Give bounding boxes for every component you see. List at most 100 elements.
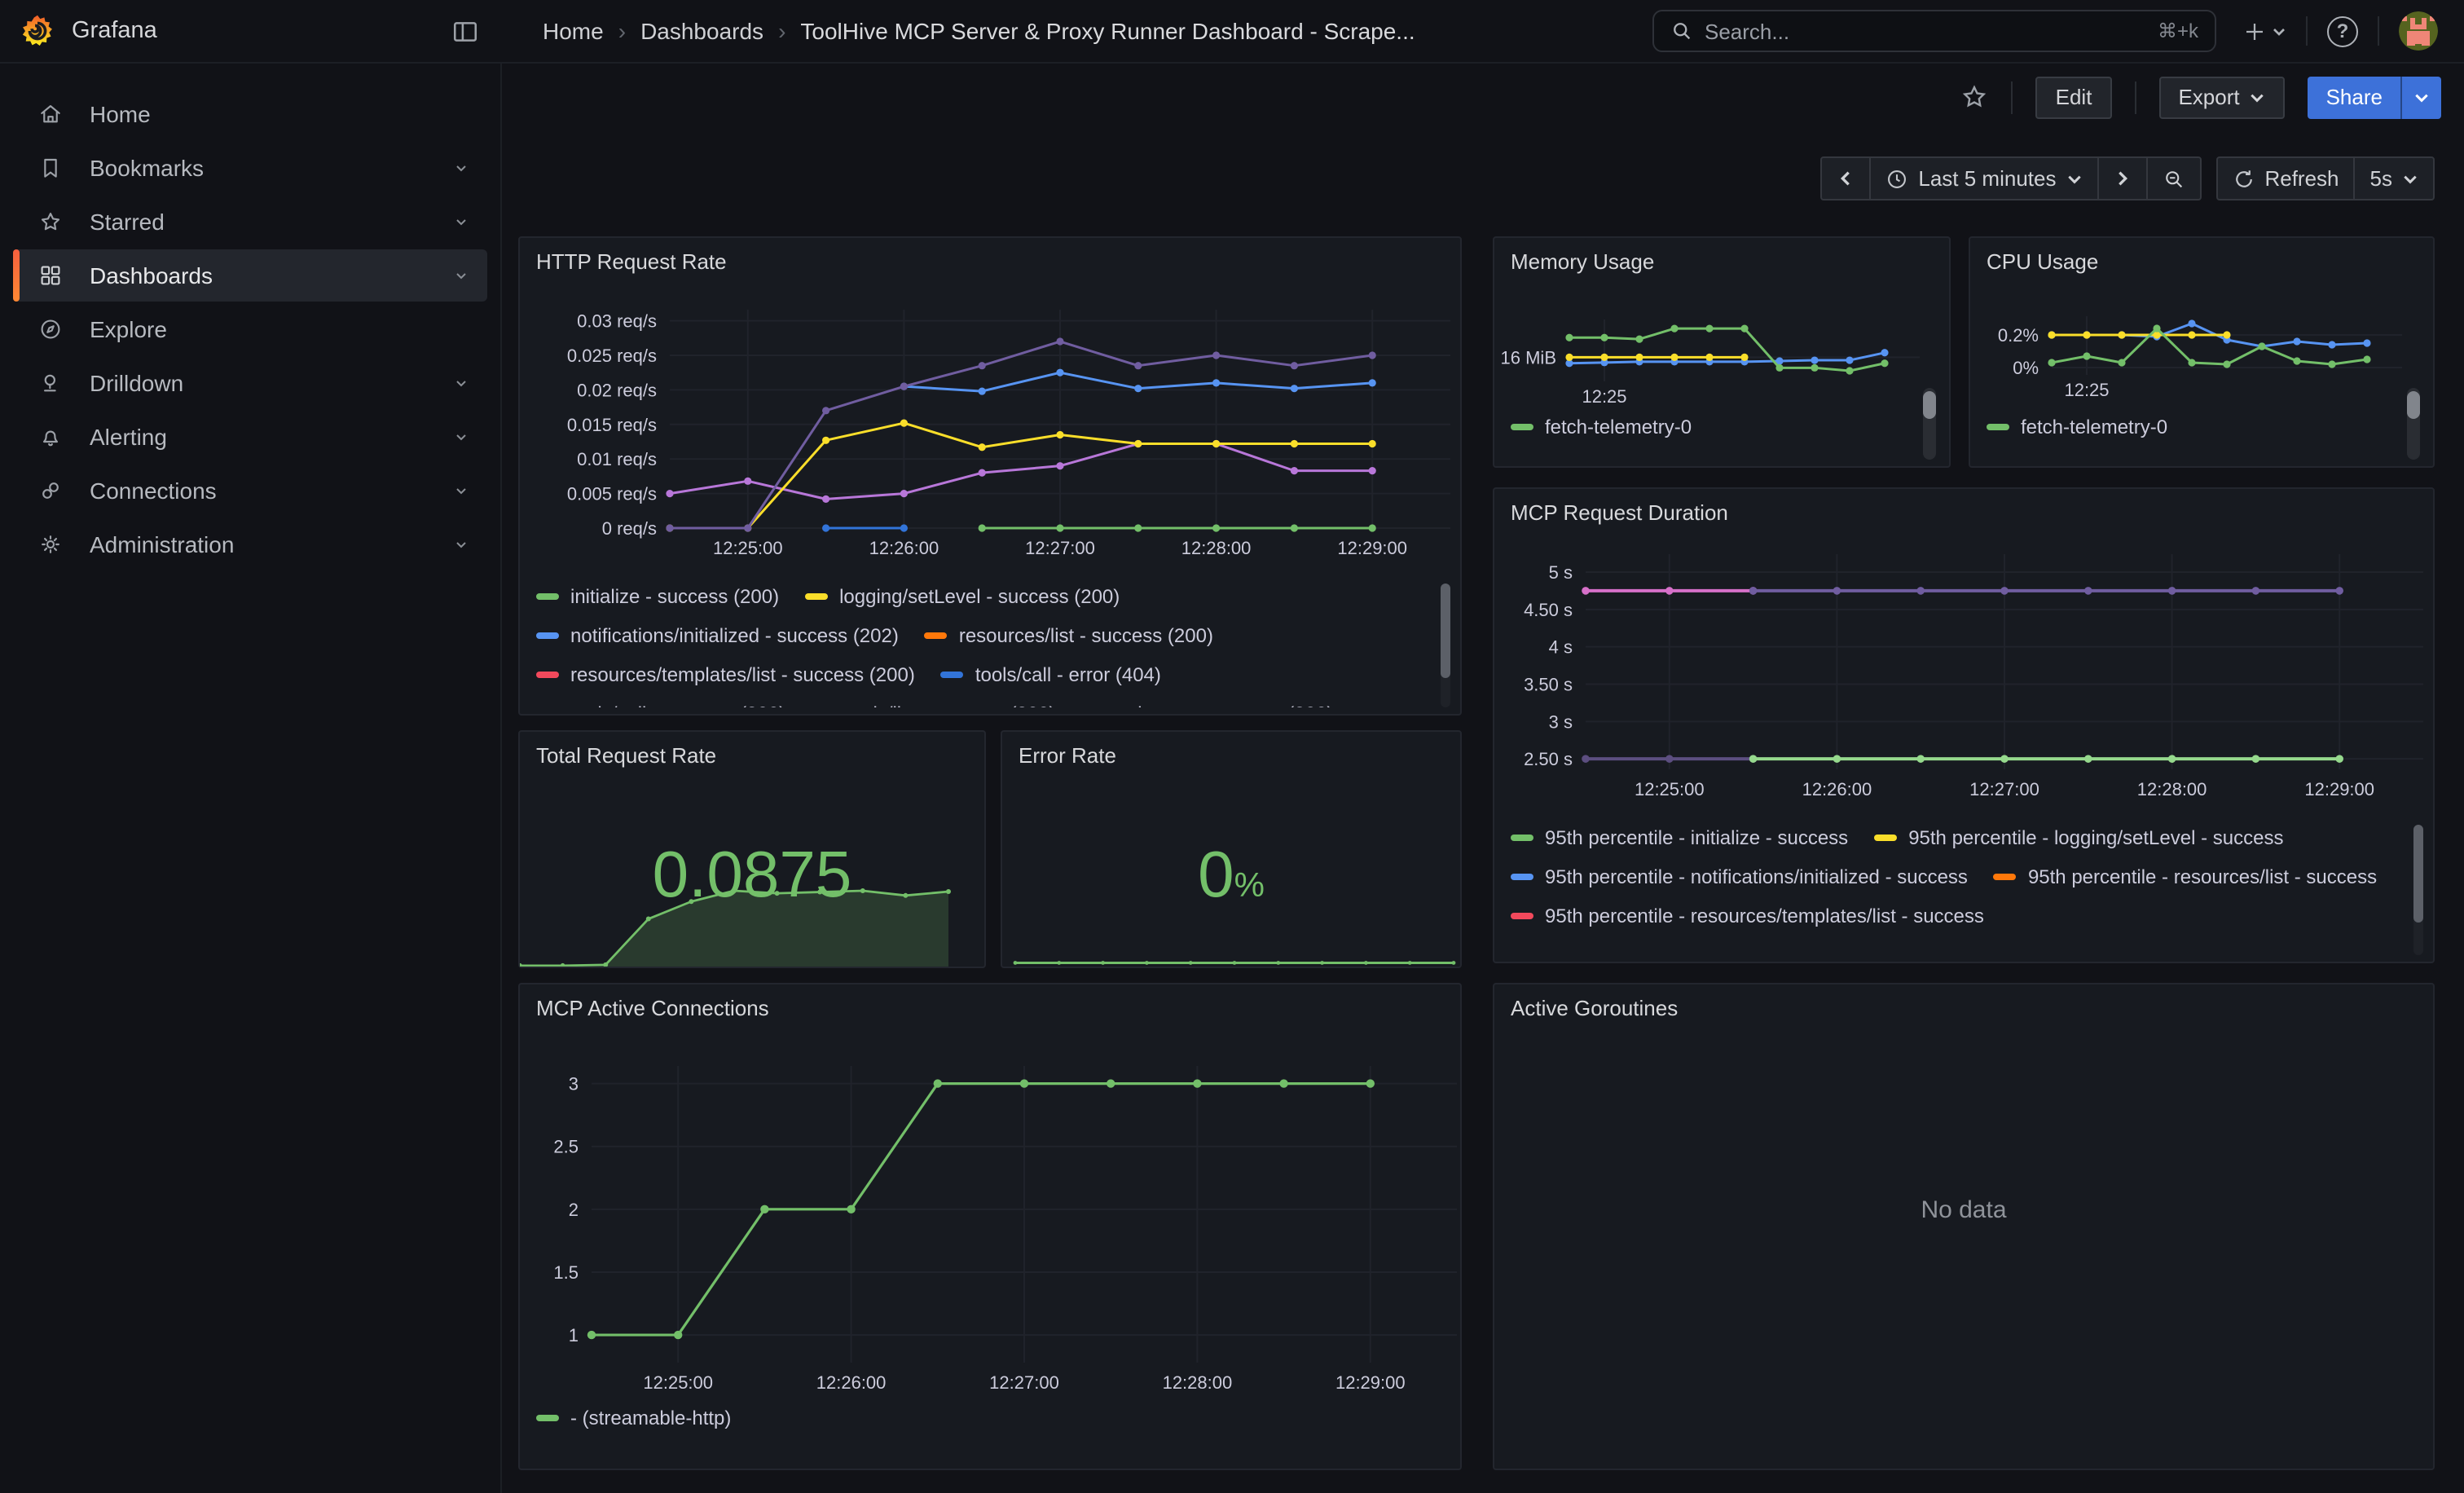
panel-title[interactable]: Error Rate xyxy=(1019,743,1116,768)
add-button[interactable] xyxy=(2242,19,2286,43)
panel-title[interactable]: MCP Active Connections xyxy=(536,996,769,1020)
svg-text:12:28:00: 12:28:00 xyxy=(1163,1372,1233,1393)
svg-text:12:29:00: 12:29:00 xyxy=(1337,538,1407,558)
help-icon[interactable]: ? xyxy=(2327,15,2358,46)
chevron-down-icon xyxy=(451,158,471,178)
drilldown-icon xyxy=(37,370,64,396)
legend-item[interactable]: initialize - success (200) xyxy=(536,584,779,608)
scrollbar-thumb[interactable] xyxy=(2413,825,2423,923)
search-box[interactable]: ⌘+k xyxy=(1652,10,2216,52)
chevron-down-icon xyxy=(2066,170,2082,187)
chevron-down-icon xyxy=(451,427,471,447)
svg-text:0%: 0% xyxy=(2013,358,2039,378)
legend-item[interactable]: notifications/initialized - success (202… xyxy=(536,623,899,647)
breadcrumb-dashboards[interactable]: Dashboards xyxy=(640,18,763,44)
star-icon xyxy=(37,209,64,235)
svg-text:12:25: 12:25 xyxy=(1582,386,1626,407)
svg-text:1.5: 1.5 xyxy=(553,1262,579,1283)
svg-text:12:28:00: 12:28:00 xyxy=(2137,779,2207,799)
search-shortcut: ⌘+k xyxy=(2158,20,2198,42)
panel-title[interactable]: HTTP Request Rate xyxy=(536,249,727,274)
svg-text:12:25: 12:25 xyxy=(2064,380,2109,400)
sidebar-toggle-icon[interactable] xyxy=(451,17,479,45)
legend-item[interactable]: tools/list - success (200) xyxy=(812,701,1055,707)
panel-title[interactable]: CPU Usage xyxy=(1987,249,2098,274)
legend-item[interactable]: 95th percentile - logging/setLevel - suc… xyxy=(1874,825,2283,849)
sidebar-item-drilldown[interactable]: Drilldown xyxy=(13,357,487,409)
search-input[interactable] xyxy=(1705,19,2146,43)
refresh-interval-picker[interactable]: 5s xyxy=(2354,156,2435,200)
legend-item[interactable]: 95th percentile - resources/templates/li… xyxy=(1511,903,1984,927)
panel-memory-usage: Memory Usage 16 MiB12:25 fetch-telemetry… xyxy=(1493,236,1951,468)
legend-item[interactable]: - (streamable-http) xyxy=(536,1405,731,1429)
panel-title[interactable]: Total Request Rate xyxy=(536,743,716,768)
panel-total-request-rate: Total Request Rate 0.0875 xyxy=(518,730,986,968)
grafana-logo-icon[interactable] xyxy=(20,13,55,49)
sidebar-item-dashboards[interactable]: Dashboards xyxy=(13,249,487,302)
avatar[interactable] xyxy=(2399,11,2438,51)
stat-unit: % xyxy=(1234,867,1265,905)
clock-icon xyxy=(1885,167,1908,190)
time-range-picker[interactable]: Last 5 minutes xyxy=(1869,156,2098,200)
chevron-down-icon xyxy=(451,481,471,500)
svg-text:12:27:00: 12:27:00 xyxy=(1025,538,1095,558)
apps-icon xyxy=(37,262,64,288)
nav-left: Grafana xyxy=(0,0,502,62)
svg-text:0.02 req/s: 0.02 req/s xyxy=(577,380,657,400)
svg-text:4 s: 4 s xyxy=(1549,637,1573,658)
svg-text:3: 3 xyxy=(569,1074,579,1094)
chevron-down-icon xyxy=(2272,24,2286,38)
panel-title[interactable]: MCP Request Duration xyxy=(1511,500,1728,525)
chart-legend: fetch-telemetry-0 xyxy=(1987,414,2404,447)
breadcrumb-home[interactable]: Home xyxy=(543,18,604,44)
mcp-active-connections-chart[interactable]: 11.522.5312:25:0012:26:0012:27:0012:28:0… xyxy=(520,984,1460,1469)
legend-item[interactable]: 95th percentile - initialize - success xyxy=(1511,825,1848,849)
export-button[interactable]: Export xyxy=(2158,76,2285,118)
time-shift-back-button[interactable] xyxy=(1820,156,1871,200)
scrollbar-thumb[interactable] xyxy=(1923,391,1936,419)
share-menu-button[interactable] xyxy=(2400,76,2441,118)
edit-button[interactable]: Edit xyxy=(2036,76,2112,118)
svg-text:12:29:00: 12:29:00 xyxy=(2304,779,2374,799)
time-shift-forward-button[interactable] xyxy=(2097,156,2147,200)
chevron-down-icon xyxy=(451,481,471,500)
legend-item[interactable]: resources/list - success (200) xyxy=(925,623,1213,647)
sidebar-item-starred[interactable]: Starred xyxy=(13,196,487,248)
home-icon xyxy=(37,101,64,127)
legend-item[interactable]: tools/call - error (404) xyxy=(941,662,1161,686)
scrollbar-thumb[interactable] xyxy=(2407,391,2420,419)
share-button[interactable]: Share xyxy=(2308,76,2400,118)
sidebar-item-bookmarks[interactable]: Bookmarks xyxy=(13,142,487,194)
chevron-down-icon xyxy=(2413,89,2430,105)
legend-item[interactable]: fetch-telemetry-0 xyxy=(1511,414,1692,438)
chart-legend: initialize - success (200) logging/setLev… xyxy=(536,584,1431,707)
panel-title[interactable]: Active Goroutines xyxy=(1511,996,1678,1020)
refresh-button[interactable]: Refresh xyxy=(2215,156,2355,200)
legend-item[interactable]: 95th percentile - resources/list - succe… xyxy=(1994,864,2377,888)
favorite-star-icon[interactable] xyxy=(1961,83,1989,111)
svg-text:3.50 s: 3.50 s xyxy=(1524,675,1573,695)
divider xyxy=(2378,16,2379,46)
sidebar-item-alerting[interactable]: Alerting xyxy=(13,411,487,463)
scrollbar-thumb[interactable] xyxy=(1441,584,1450,678)
chevron-down-icon xyxy=(451,266,471,285)
sidebar-item-connections[interactable]: Connections xyxy=(13,465,487,517)
svg-text:12:25:00: 12:25:00 xyxy=(713,538,783,558)
legend-item[interactable]: resources/templates/list - success (200) xyxy=(536,662,915,686)
zoom-out-button[interactable] xyxy=(2145,156,2201,200)
brand-title: Grafana xyxy=(72,18,157,44)
svg-text:12:25:00: 12:25:00 xyxy=(1635,779,1705,799)
legend-item[interactable]: 95th percentile - notifications/initiali… xyxy=(1511,864,1968,888)
legend-item[interactable]: logging/setLevel - success (200) xyxy=(805,584,1120,608)
legend-item[interactable]: tools/call - success (200) xyxy=(536,701,785,707)
top-nav: Grafana Home › Dashboards › ToolHive MCP… xyxy=(0,0,2464,64)
svg-text:0 req/s: 0 req/s xyxy=(602,518,657,539)
sidebar-item-administration[interactable]: Administration xyxy=(13,518,487,570)
legend-item[interactable]: unknown - success (200) xyxy=(1082,701,1334,707)
legend-item[interactable]: fetch-telemetry-0 xyxy=(1987,414,2167,438)
sidebar-item-home[interactable]: Home xyxy=(13,88,487,140)
chevron-down-icon xyxy=(451,373,471,393)
sidebar-item-explore[interactable]: Explore xyxy=(13,303,487,355)
panel-title[interactable]: Memory Usage xyxy=(1511,249,1654,274)
panel-error-rate: Error Rate 0% xyxy=(1001,730,1462,968)
